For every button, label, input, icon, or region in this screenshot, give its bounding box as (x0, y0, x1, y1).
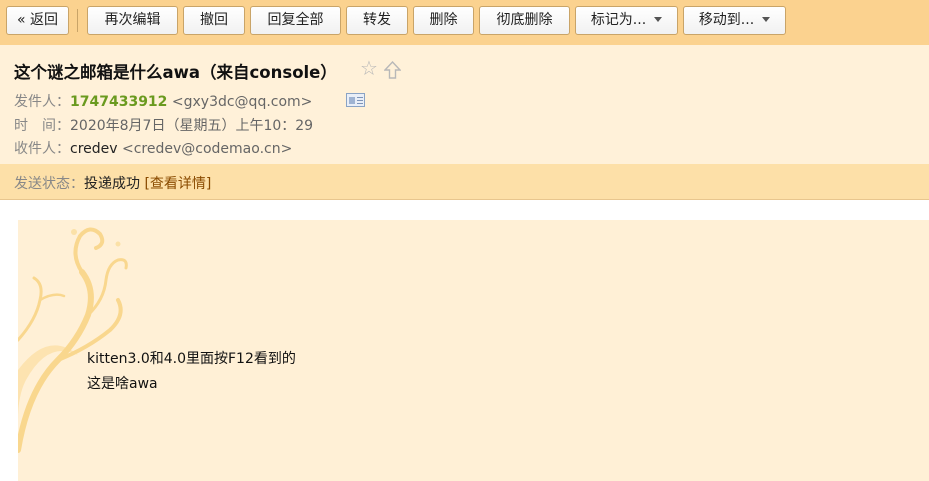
mark-as-label: 标记为... (590, 12, 647, 28)
forward-button[interactable]: 转发 (346, 6, 408, 35)
email-header: 这个谜之邮箱是什么awa（来自console） ☆ 发件人：1747433912… (0, 45, 929, 164)
reedit-button[interactable]: 再次编辑 (87, 6, 178, 35)
sender-name[interactable]: 1747433912 (70, 94, 167, 110)
email-subject: 这个谜之邮箱是什么awa（来自console） (14, 63, 337, 82)
body-line-2: 这是啥awa (87, 376, 158, 392)
delete-permanently-button[interactable]: 彻底删除 (479, 6, 570, 35)
email-body: kitten3.0和4.0里面按F12看到的 这是啥awa (18, 220, 929, 481)
status-value: 投递成功 (84, 176, 140, 192)
recipient-address[interactable]: <credev@codemao.cn> (122, 141, 292, 157)
toolbar-divider (77, 9, 78, 32)
caret-down-icon (654, 17, 663, 22)
move-to-dropdown[interactable]: 移动到... (683, 6, 786, 35)
delete-button[interactable]: 删除 (413, 6, 474, 35)
recall-button[interactable]: 撤回 (183, 6, 245, 35)
star-icon[interactable]: ☆ (360, 58, 378, 78)
to-row: 收件人：credev <credev@codemao.cn> (14, 138, 292, 158)
delivery-status-bar: 发送状态：投递成功 [查看详情] (0, 164, 929, 200)
time-value: 2020年8月7日（星期五）上午10：29 (70, 118, 314, 134)
move-to-label: 移动到... (698, 12, 755, 28)
status-label: 发送状态： (14, 176, 84, 192)
arrow-up-icon[interactable] (384, 61, 401, 79)
status-row: 发送状态：投递成功 [查看详情] (14, 173, 211, 193)
caret-down-icon (762, 17, 771, 22)
view-details-link[interactable]: [查看详情] (144, 176, 211, 192)
reply-all-button[interactable]: 回复全部 (250, 6, 341, 35)
toolbar: « 返回 再次编辑 撤回 回复全部 转发 删除 彻底删除 标记为... 移动到.… (0, 0, 929, 45)
time-label: 时 间： (14, 118, 70, 134)
mark-as-dropdown[interactable]: 标记为... (575, 6, 678, 35)
back-button[interactable]: « 返回 (6, 6, 69, 35)
sender-address[interactable]: <gxy3dc@qq.com> (172, 94, 313, 110)
contact-card-icon[interactable] (346, 93, 365, 107)
body-line-1: kitten3.0和4.0里面按F12看到的 (87, 351, 296, 367)
from-label: 发件人： (14, 94, 70, 110)
from-row: 发件人：1747433912 <gxy3dc@qq.com> (14, 91, 312, 111)
time-row: 时 间：2020年8月7日（星期五）上午10：29 (14, 115, 313, 135)
recipient-name[interactable]: credev (70, 141, 118, 157)
to-label: 收件人： (14, 141, 70, 157)
